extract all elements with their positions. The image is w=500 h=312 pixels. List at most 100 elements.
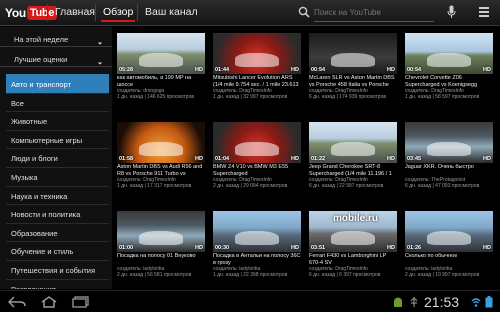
video-thumbnail[interactable]: 01:44 HD bbox=[213, 33, 301, 74]
category-item-gaming[interactable]: Компьютерные игры bbox=[6, 129, 109, 149]
video-stats: 6 дн. назад | 22 997 просмотров bbox=[309, 183, 384, 190]
thumbnail-car-shape bbox=[235, 53, 279, 67]
clock: 21:53 bbox=[424, 294, 460, 310]
hd-badge: HD bbox=[483, 156, 491, 162]
video-thumbnail[interactable]: 01:00 HD bbox=[117, 211, 205, 252]
thumbnail-car-shape bbox=[139, 142, 183, 156]
video-duration: 01:22 bbox=[311, 156, 326, 162]
video-thumbnail[interactable]: 01:22 HD bbox=[309, 122, 397, 163]
category-item-howto[interactable]: Обучение и стиль bbox=[6, 241, 109, 260]
recent-apps-icon[interactable] bbox=[72, 296, 90, 308]
top-bar: You Tube Главная Обзор Ваш канал Поиск н… bbox=[0, 0, 500, 26]
tab-browse[interactable]: Обзор bbox=[100, 6, 136, 22]
video-stats: 1 дн. назад | 58 597 просмотров bbox=[405, 94, 480, 101]
video-card[interactable]: 01:44 HD Mitsubishi Lancer Evolution ARS (… bbox=[213, 33, 301, 101]
video-title[interactable]: Jeep Grand Cherokee SRT-8 Supercharged (… bbox=[309, 164, 397, 177]
video-thumbnail[interactable]: 00:54 HD bbox=[405, 33, 493, 74]
thumbnail-car-shape bbox=[139, 53, 183, 67]
time-filter-dropdown[interactable]: На этой неделе bbox=[0, 31, 112, 47]
category-item-news[interactable]: Новости и политика bbox=[6, 204, 109, 223]
dropdown-arrow-icon bbox=[95, 38, 103, 45]
home-icon[interactable] bbox=[40, 296, 58, 308]
video-title[interactable]: Сколько по обычное bbox=[405, 253, 493, 266]
video-duration: 00:54 bbox=[407, 67, 422, 73]
video-title[interactable]: Aston Martin DBS vs Audi R56 and R8 vs P… bbox=[117, 164, 205, 177]
category-sidebar: На этой неделе Лучшие оценки Авто и тран… bbox=[0, 27, 112, 289]
video-thumbnail[interactable]: 01:26 HD bbox=[405, 211, 493, 252]
hd-badge: HD bbox=[387, 156, 395, 162]
overflow-menu-icon[interactable] bbox=[478, 6, 490, 18]
thumbnail-car-shape bbox=[235, 231, 279, 245]
video-duration: 00:30 bbox=[215, 245, 230, 251]
video-card[interactable]: 05:28 HD как автомобиль, а 199 MP на шоссе… bbox=[117, 33, 205, 101]
tab-my-channel[interactable]: Ваш канал bbox=[145, 6, 198, 18]
video-card[interactable]: 01:04 HD BMW Z4 V10 vs BMW M3 E55 Supercha… bbox=[213, 122, 301, 190]
youtube-logo[interactable]: You Tube bbox=[5, 4, 58, 21]
video-thumbnail[interactable]: 00:54 HD bbox=[309, 33, 397, 74]
video-thumbnail[interactable]: 03:45 HD bbox=[405, 122, 493, 163]
hd-badge: HD bbox=[195, 245, 203, 251]
category-item-education[interactable]: Образование bbox=[6, 222, 109, 242]
video-card[interactable]: 00:54 HD McLaren SLR vs Aston Martin DBS v… bbox=[309, 33, 397, 101]
search-icon[interactable] bbox=[298, 6, 310, 18]
category-item-science[interactable]: Наука и техника bbox=[6, 185, 109, 205]
time-filter-label: На этой неделе bbox=[14, 35, 69, 44]
category-item-travel[interactable]: Путешествия и события bbox=[6, 259, 109, 279]
search-input[interactable]: Поиск на YouTube bbox=[314, 3, 434, 22]
thumbnail-car-shape bbox=[331, 53, 375, 67]
video-title[interactable]: Chevrolet Corvette Z06 Supercharged vs K… bbox=[405, 75, 493, 88]
video-stats: 6 дн. назад | 47 093 просмотров bbox=[405, 183, 480, 190]
video-stats: 6 дн. назад | 174 939 просмотров bbox=[309, 94, 387, 101]
video-title[interactable]: Посадка в Антальи на полосу 36С в грозу bbox=[213, 253, 301, 266]
category-item-people[interactable]: Люди и блоги bbox=[6, 148, 109, 167]
video-stats: 2 дн. назад | 29 094 просмотров bbox=[213, 183, 288, 190]
microphone-icon[interactable] bbox=[447, 5, 456, 19]
thumbnail-car-shape bbox=[235, 142, 279, 156]
hd-badge: HD bbox=[387, 67, 395, 73]
video-title[interactable]: Mitsubishi Lancer Evolution ARS (1/4 mil… bbox=[213, 75, 301, 88]
video-thumbnail[interactable]: 00:30 HD bbox=[213, 211, 301, 252]
video-stats: 2 дн. назад | 56 581 просмотров bbox=[117, 272, 192, 279]
watermark-logo: mobile.ru bbox=[333, 213, 378, 224]
video-card[interactable]: 00:30 HD Посадка в Антальи на полосу 36С в… bbox=[213, 211, 301, 279]
category-item-all[interactable]: Все bbox=[6, 92, 109, 112]
video-card[interactable]: 00:54 HD Chevrolet Corvette Z06 Supercharg… bbox=[405, 33, 493, 101]
nav-divider bbox=[137, 4, 138, 21]
video-card[interactable]: 01:22 HD Jeep Grand Cherokee SRT-8 Superch… bbox=[309, 122, 397, 190]
category-item-music[interactable]: Музыка bbox=[6, 166, 109, 186]
tab-home[interactable]: Главная bbox=[55, 6, 95, 18]
video-stats: 1 дн. назад | 17 317 просмотров bbox=[117, 183, 192, 190]
hd-badge: HD bbox=[195, 67, 203, 73]
thumbnail-car-shape bbox=[139, 231, 183, 245]
category-item-animals[interactable]: Животные bbox=[6, 111, 109, 130]
thumbnail-car-shape bbox=[331, 142, 375, 156]
video-thumbnail[interactable]: 01:04 HD bbox=[213, 122, 301, 163]
video-grid: 05:28 HD как автомобиль, а 199 MP на шоссе… bbox=[117, 33, 500, 289]
system-bar: 21:53 bbox=[0, 290, 500, 312]
video-title[interactable]: McLaren SLR vs Aston Martin DBS vs Porsc… bbox=[309, 75, 397, 88]
video-thumbnail[interactable]: 05:28 HD bbox=[117, 33, 205, 74]
video-title[interactable]: BMW Z4 V10 vs BMW M3 E55 Supercharged bbox=[213, 164, 301, 177]
hd-badge: HD bbox=[195, 156, 203, 162]
category-list: Авто и транспорт Все Животные Компьютерн… bbox=[6, 74, 109, 289]
video-title[interactable]: Посадка на полосу 01 Внуково bbox=[117, 253, 205, 266]
video-card[interactable]: 01:00 HD Посадка на полосу 01 Внуково созда… bbox=[117, 211, 205, 279]
video-thumbnail[interactable]: 01:58 HD bbox=[117, 122, 205, 163]
video-duration: 05:28 bbox=[119, 67, 134, 73]
back-icon[interactable] bbox=[8, 296, 26, 308]
video-title[interactable]: Ferrari F430 vs Lamborghini LP 670-4 SV bbox=[309, 253, 397, 266]
video-title[interactable]: как автомобиль, а 199 MP на шоссе bbox=[117, 75, 205, 88]
category-item-autos[interactable]: Авто и транспорт bbox=[6, 74, 109, 93]
video-stats: 6 дн. назад | 6 397 просмотров bbox=[309, 272, 381, 279]
video-title[interactable]: Jaguar XKR. Очень быстро bbox=[405, 164, 493, 177]
sort-filter-dropdown[interactable]: Лучшие оценки bbox=[0, 51, 112, 67]
video-card[interactable]: 03:45 HD Jaguar XKR. Очень быстро создатель… bbox=[405, 122, 493, 190]
video-card[interactable]: 01:58 HD Aston Martin DBS vs Audi R56 and … bbox=[117, 122, 205, 190]
hd-badge: HD bbox=[483, 67, 491, 73]
nav-divider bbox=[47, 4, 48, 21]
video-duration: 01:26 bbox=[407, 245, 422, 251]
video-stats: 1 дн. назад | 32 997 просмотров bbox=[213, 94, 288, 101]
video-duration: 01:00 bbox=[119, 245, 134, 251]
category-item-entertainment[interactable]: Развлечения bbox=[6, 278, 109, 289]
video-card[interactable]: 01:26 HD Сколько по обычное создатель: lady… bbox=[405, 211, 493, 279]
